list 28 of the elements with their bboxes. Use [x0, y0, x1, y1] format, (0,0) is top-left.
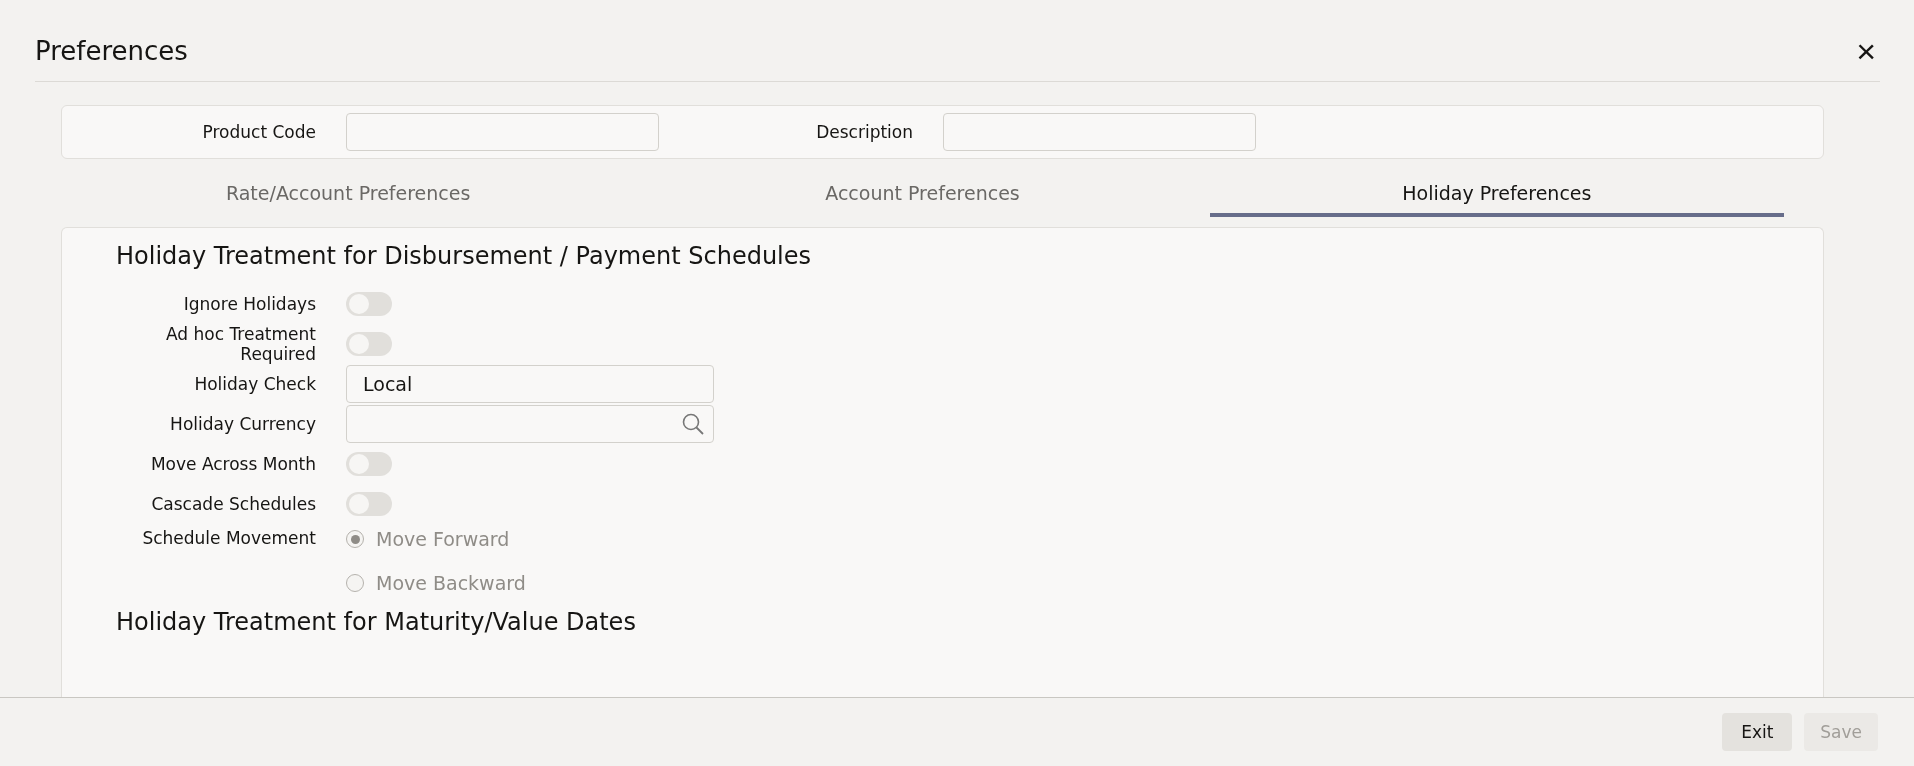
tab[interactable]: Holiday Preferences [1209, 169, 1784, 217]
field-label: Description [815, 122, 913, 142]
input-field[interactable]: Local [346, 365, 714, 403]
window-title: Preferences [35, 36, 188, 66]
field-label: Move Across Month [149, 454, 316, 474]
toggle-switch[interactable] [346, 292, 392, 316]
section-heading: Holiday Treatment for Maturity/Value Dates [116, 608, 637, 636]
field-label: Ignore Holidays [182, 294, 316, 314]
field-label: Ad hoc Treatment Required [165, 324, 316, 364]
field-label: Holiday Check [193, 374, 316, 394]
toggle-switch[interactable] [346, 492, 392, 516]
search-icon[interactable] [681, 412, 705, 436]
input-field[interactable] [943, 113, 1256, 151]
radio-label: Move Backward [376, 572, 526, 594]
toggle-switch[interactable] [346, 452, 392, 476]
field-label: Cascade Schedules [150, 494, 316, 514]
tab[interactable]: Rate/Account Preferences [61, 169, 636, 217]
section-heading: Holiday Treatment for Disbursement / Payment Schedules [116, 242, 813, 270]
lookup-field[interactable] [346, 405, 714, 443]
tab[interactable]: Account Preferences [635, 169, 1210, 217]
radio-label: Move Forward [376, 528, 510, 550]
field-label: Product Code [201, 122, 316, 142]
toggle-switch[interactable] [346, 332, 392, 356]
input-field[interactable] [346, 113, 659, 151]
field-label: Holiday Currency [169, 414, 316, 434]
footer-button[interactable]: Exit [1722, 713, 1793, 751]
close-button[interactable]: × [1852, 34, 1880, 68]
field-label: Schedule Movement [141, 527, 316, 548]
